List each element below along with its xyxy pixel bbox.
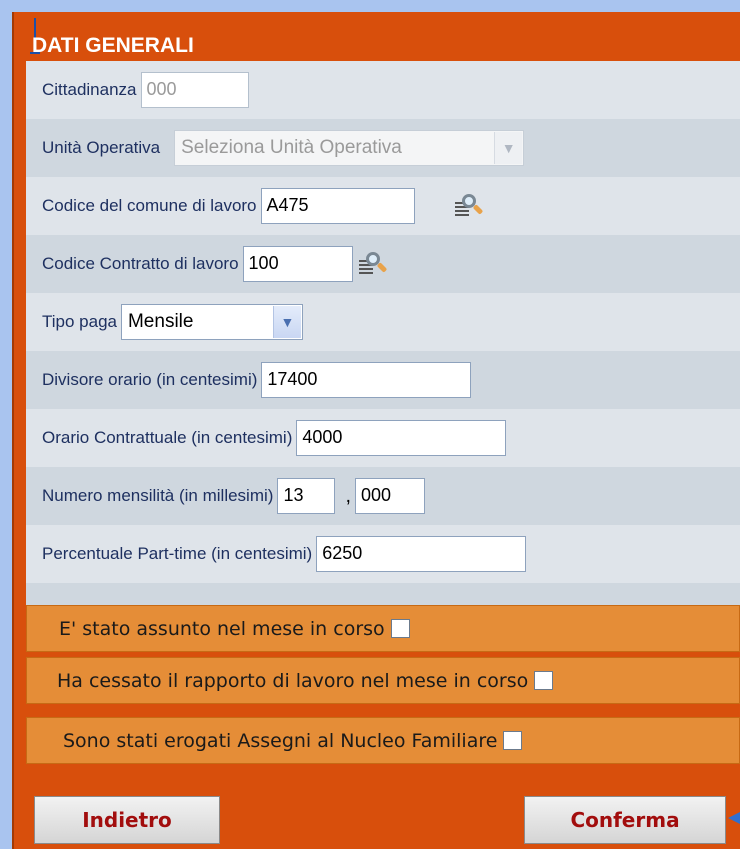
magnifier-lookup-icon[interactable] bbox=[453, 192, 483, 220]
cessato-label: Ha cessato il rapporto di lavoro nel mes… bbox=[57, 669, 529, 692]
assunto-row: E' stato assunto nel mese in corso bbox=[26, 605, 740, 652]
percentuale-part-time-label: Percentuale Part-time (in centesimi) bbox=[42, 544, 313, 563]
row-orario-contrattuale: Orario Contrattuale (in centesimi) 4000 bbox=[26, 409, 740, 467]
section-title: DATI GENERALI bbox=[32, 34, 194, 57]
codice-contratto-label: Codice Contratto di lavoro bbox=[42, 254, 239, 273]
cessato-checkbox[interactable] bbox=[534, 671, 554, 690]
tipo-paga-label: Tipo paga bbox=[42, 312, 117, 331]
unita-operativa-selected: Seleziona Unità Operativa bbox=[181, 137, 402, 158]
pointer-arrow-icon bbox=[728, 812, 740, 824]
codice-comune-input[interactable]: A475 bbox=[260, 188, 415, 224]
divisore-orario-input[interactable]: 17400 bbox=[261, 362, 472, 398]
codice-contratto-input[interactable]: 100 bbox=[242, 246, 353, 282]
orario-contrattuale-input[interactable]: 4000 bbox=[296, 420, 507, 456]
cessato-row: Ha cessato il rapporto di lavoro nel mes… bbox=[26, 657, 740, 704]
percentuale-part-time-input[interactable]: 6250 bbox=[316, 536, 527, 572]
decimal-separator: , bbox=[345, 484, 351, 507]
back-button[interactable]: Indietro bbox=[34, 796, 220, 844]
row-codice-comune: Codice del comune di lavoro A475 bbox=[26, 177, 740, 235]
chevron-down-icon: ▼ bbox=[272, 306, 301, 338]
assunto-label: E' stato assunto nel mese in corso bbox=[59, 617, 385, 640]
assegni-checkbox[interactable] bbox=[503, 731, 523, 750]
unita-operativa-select[interactable]: Seleziona Unità Operativa ▼ bbox=[174, 130, 525, 166]
row-cittadinanza: Cittadinanza 000 bbox=[26, 61, 740, 119]
assegni-label: Sono stati erogati Assegni al Nucleo Fam… bbox=[63, 729, 498, 752]
tipo-paga-selected: Mensile bbox=[127, 311, 194, 332]
numero-mensilita-label: Numero mensilità (in millesimi) bbox=[42, 486, 274, 505]
form-area: Cittadinanza 000 Unità Operativa Selezio… bbox=[26, 61, 740, 617]
codice-comune-label: Codice del comune di lavoro bbox=[42, 196, 257, 215]
cittadinanza-label: Cittadinanza bbox=[42, 80, 137, 99]
row-codice-contratto: Codice Contratto di lavoro 100 bbox=[26, 235, 740, 293]
chevron-down-icon: ▼ bbox=[494, 132, 523, 164]
tipo-paga-select[interactable]: Mensile ▼ bbox=[120, 304, 303, 340]
numero-mensilita-dec-input[interactable]: 000 bbox=[355, 478, 425, 514]
row-percentuale-part-time: Percentuale Part-time (in centesimi) 625… bbox=[26, 525, 740, 583]
numero-mensilita-int-input[interactable]: 13 bbox=[277, 478, 336, 514]
assegni-row: Sono stati erogati Assegni al Nucleo Fam… bbox=[26, 717, 740, 764]
unita-operativa-label: Unità Operativa bbox=[42, 138, 161, 157]
row-numero-mensilita: Numero mensilità (in millesimi) 13 , 000 bbox=[26, 467, 740, 525]
divisore-orario-label: Divisore orario (in centesimi) bbox=[42, 370, 258, 389]
orario-contrattuale-label: Orario Contrattuale (in centesimi) bbox=[42, 428, 293, 447]
cittadinanza-input[interactable]: 000 bbox=[140, 72, 249, 108]
row-divisore-orario: Divisore orario (in centesimi) 17400 bbox=[26, 351, 740, 409]
row-unita-operativa: Unità Operativa Seleziona Unità Operativ… bbox=[26, 119, 740, 177]
assunto-checkbox[interactable] bbox=[390, 619, 410, 638]
row-tipo-paga: Tipo paga Mensile ▼ bbox=[26, 293, 740, 351]
confirm-button[interactable]: Conferma bbox=[524, 796, 726, 844]
magnifier-lookup-icon[interactable] bbox=[357, 250, 387, 278]
